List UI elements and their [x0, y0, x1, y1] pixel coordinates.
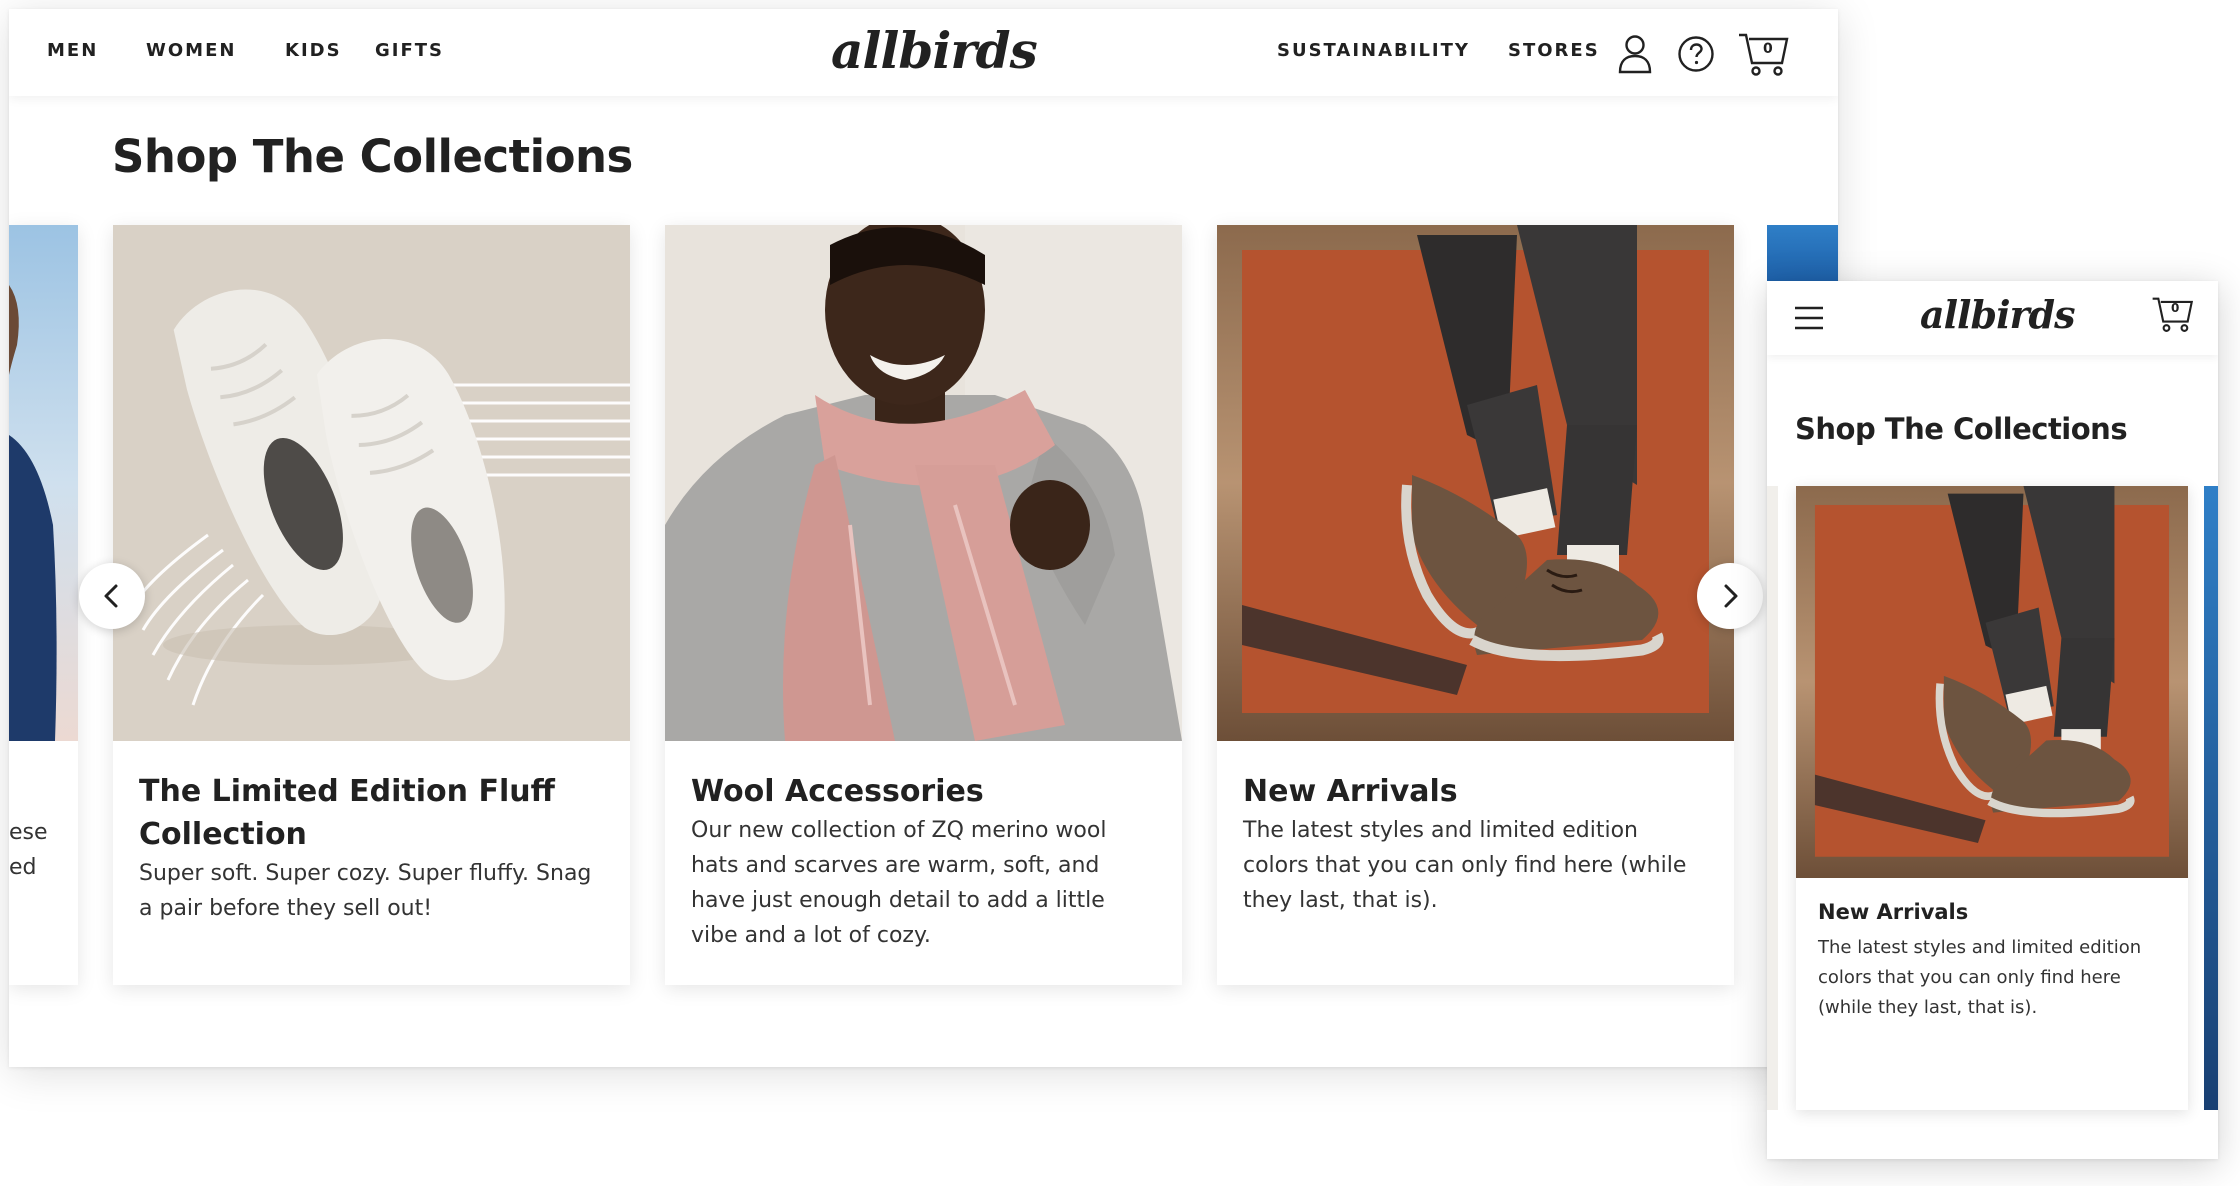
card-title: New Arrivals	[1243, 774, 1458, 809]
card-description: Super soft. Super cozy. Super fluffy. Sn…	[139, 861, 592, 921]
card-title: New Arrivals	[1818, 900, 1969, 924]
nav-sustainability[interactable]: SUSTAINABILITY	[1277, 40, 1470, 61]
wool-accessories-image	[665, 225, 1182, 741]
mobile-nav: allbirds 0	[1767, 281, 2218, 355]
carousel-prev-button[interactable]	[79, 563, 145, 629]
carousel-card-partial-prev[interactable]: ese ed	[9, 225, 78, 985]
card-description: The latest styles and limited edition co…	[1243, 818, 1687, 913]
card-title: Wool Accessories	[691, 774, 984, 809]
cart-count: 0	[1763, 41, 1773, 57]
card-title: The Limited Edition Fluff Collection	[139, 774, 555, 852]
help-icon[interactable]	[1677, 35, 1715, 73]
collection-card-new-arrivals[interactable]: New Arrivals The latest styles and limit…	[1796, 486, 2188, 1110]
card-description: The latest styles and limited edition co…	[1818, 937, 2142, 1018]
cart-icon[interactable]: 0	[1737, 31, 1791, 79]
fluff-collection-image	[113, 225, 630, 741]
nav-men[interactable]: MEN	[47, 40, 98, 61]
nav-gifts[interactable]: GIFTS	[375, 40, 444, 61]
mobile-window: allbirds 0 Shop The Collections New Arri…	[1767, 281, 2218, 1159]
nav-kids[interactable]: KIDS	[285, 40, 342, 61]
carousel-card-partial-next[interactable]	[1767, 225, 1838, 285]
cart-icon[interactable]: 0	[2151, 295, 2195, 335]
page-title: Shop The Collections	[112, 130, 633, 183]
nav-stores[interactable]: STORES	[1508, 40, 1600, 61]
allbirds-logo[interactable]: allbirds	[1920, 292, 2075, 337]
allbirds-logo[interactable]: allbirds	[831, 21, 1038, 80]
chevron-right-icon	[1724, 584, 1738, 608]
carousel-next-button[interactable]	[1697, 563, 1763, 629]
desktop-window: MEN WOMEN KIDS GIFTS allbirds SUSTAINABI…	[9, 9, 1838, 1067]
new-arrivals-image	[1217, 225, 1734, 741]
collection-card-wool-accessories[interactable]: Wool Accessories Our new collection of Z…	[665, 225, 1182, 985]
user-icon[interactable]	[1617, 34, 1653, 74]
carousel-card-partial-prev[interactable]	[1767, 486, 1778, 1110]
nav-women[interactable]: WOMEN	[146, 40, 236, 61]
top-nav: MEN WOMEN KIDS GIFTS allbirds SUSTAINABI…	[9, 9, 1838, 96]
partial-card-image	[9, 225, 78, 741]
chevron-left-icon	[104, 584, 118, 608]
page-title: Shop The Collections	[1795, 412, 2128, 446]
new-arrivals-image	[1796, 486, 2188, 878]
cart-count: 0	[2171, 301, 2180, 315]
collection-card-new-arrivals[interactable]: New Arrivals The latest styles and limit…	[1217, 225, 1734, 985]
partial-card-text: ese ed	[9, 820, 48, 880]
hamburger-icon[interactable]	[1794, 305, 1824, 331]
collection-card-fluff[interactable]: The Limited Edition Fluff Collection Sup…	[113, 225, 630, 985]
carousel-card-partial-next[interactable]	[2204, 486, 2218, 1110]
card-description: Our new collection of ZQ merino wool hat…	[691, 818, 1107, 948]
